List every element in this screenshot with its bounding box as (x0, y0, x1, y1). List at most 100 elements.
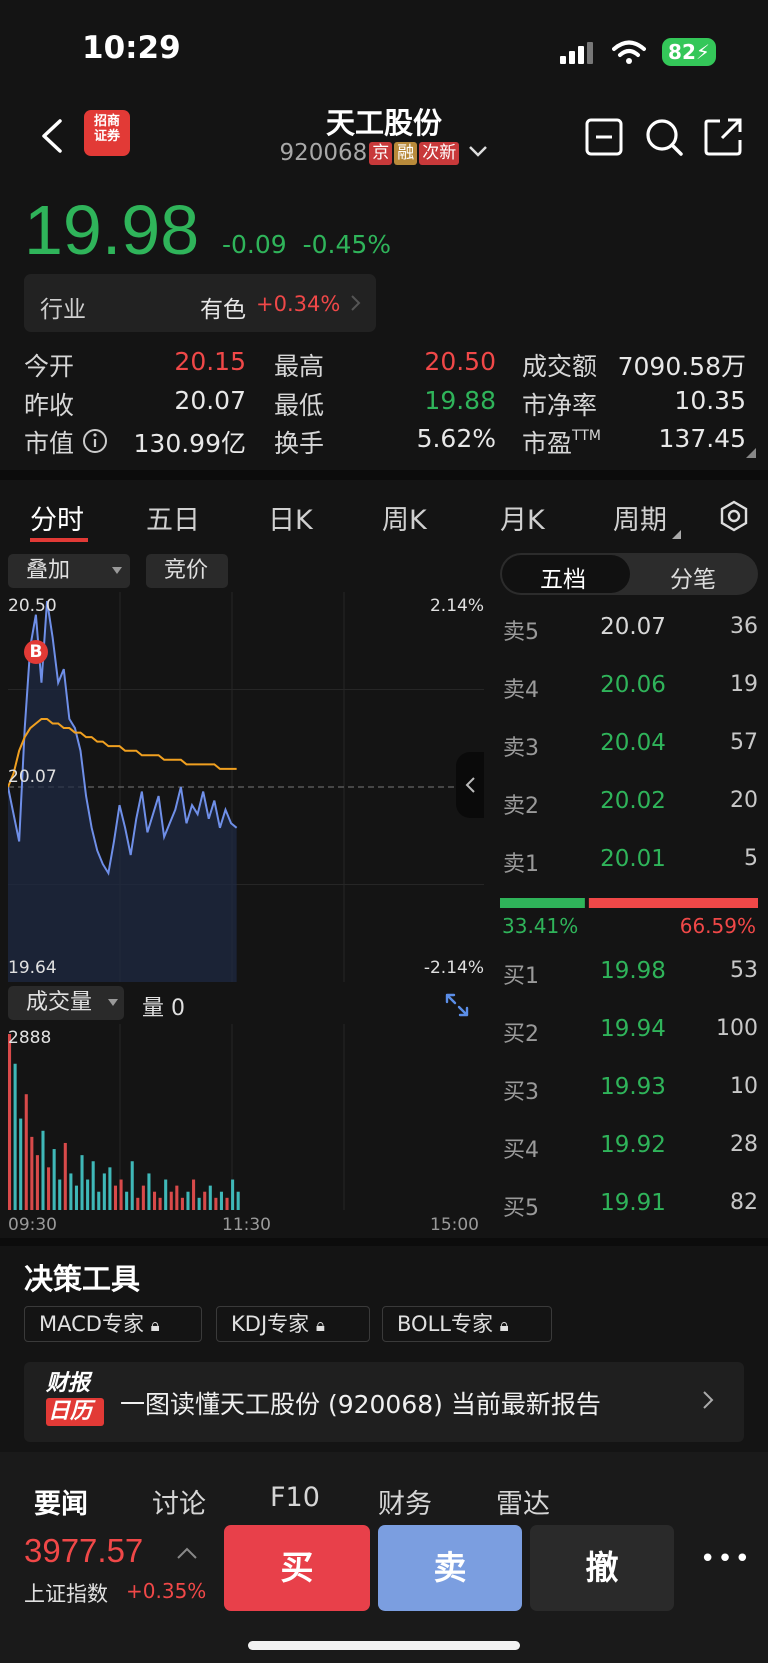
y-label-top: 20.50 (8, 596, 57, 616)
settings-icon[interactable] (718, 500, 750, 532)
ask-price-3[interactable]: 20.04 (578, 730, 688, 756)
x-label-open: 09:30 (8, 1215, 57, 1235)
bid-price-1[interactable]: 19.98 (578, 958, 688, 984)
tab-news[interactable]: 要闻 (34, 1482, 88, 1521)
macd-tool-button[interactable]: MACD专家 🔒︎ (24, 1306, 202, 1342)
ask-price-4[interactable]: 20.06 (578, 672, 688, 698)
sell-ratio-fill (588, 898, 758, 908)
volume-bar (80, 1155, 84, 1210)
minimize-icon[interactable] (585, 118, 623, 156)
x-label-noon: 11:30 (222, 1215, 271, 1235)
open-value: 20.15 (174, 347, 246, 376)
expand-icon[interactable] (444, 992, 470, 1018)
sell-ratio: 66.59% (679, 914, 756, 938)
volume-bar (41, 1130, 45, 1210)
buy-marker[interactable]: B (24, 640, 48, 664)
pb-value: 10.35 (674, 386, 746, 415)
low-label: 最低 (274, 391, 325, 420)
volume-bar (169, 1191, 173, 1210)
industry-label: 行业 (40, 297, 86, 323)
volume-bar (8, 1034, 12, 1210)
y-label-bottom: 19.64 (8, 958, 57, 978)
tab-five-day[interactable]: 五日 (146, 498, 200, 537)
volume-chart[interactable] (8, 1024, 484, 1210)
tab-finance[interactable]: 财务 (378, 1482, 432, 1521)
tab-five-levels[interactable]: 五档 (540, 560, 586, 594)
home-indicator[interactable] (248, 1641, 520, 1650)
chevron-right-icon (351, 295, 361, 311)
high-label: 最高 (274, 352, 325, 381)
bid-label-1: 买1 (503, 964, 539, 989)
boll-tool-button[interactable]: BOLL专家 🔒︎ (382, 1306, 552, 1342)
tab-monthly-k[interactable]: 月K (500, 498, 545, 537)
volume-value: 量 0 (142, 996, 185, 1021)
tag-jing: 京 (369, 142, 393, 165)
tab-radar[interactable]: 雷达 (496, 1482, 550, 1521)
tab-daily-k[interactable]: 日K (268, 498, 313, 537)
bid-volume-2: 100 (716, 1016, 758, 1041)
status-time: 10:29 (82, 30, 181, 66)
ask-price-2[interactable]: 20.02 (578, 788, 688, 814)
volume-bar (63, 1142, 67, 1210)
bid-price-3[interactable]: 19.93 (578, 1074, 688, 1100)
volume-bar (13, 1063, 17, 1210)
tab-discussion[interactable]: 讨论 (152, 1482, 206, 1521)
volume-bar (158, 1197, 162, 1210)
bid-price-2[interactable]: 19.94 (578, 1016, 688, 1042)
lock-icon: 🔒︎ (499, 1316, 509, 1336)
volume-bar (180, 1197, 184, 1210)
ask-label-1: 卖1 (503, 852, 539, 877)
index-pct: +0.35% (126, 1579, 207, 1603)
share-icon[interactable] (704, 118, 742, 156)
tab-f10[interactable]: F10 (270, 1482, 320, 1513)
section-divider (0, 470, 768, 480)
amount-value: 7090.58万 (617, 352, 746, 381)
volume-bar (225, 1197, 229, 1210)
volume-bar (119, 1179, 123, 1210)
kdj-tool-button[interactable]: KDJ专家 🔒︎ (216, 1306, 370, 1342)
volume-bar (125, 1191, 129, 1210)
bid-volume-5: 82 (730, 1190, 758, 1215)
volume-bar (214, 1197, 218, 1210)
index-name: 上证指数 (24, 1582, 108, 1606)
volume-dropdown[interactable]: 成交量 (8, 986, 124, 1020)
low-value: 19.88 (424, 386, 496, 415)
cancel-order-button[interactable]: 撤 (530, 1525, 674, 1611)
auction-button[interactable]: 竞价 (146, 554, 228, 588)
wifi-icon (612, 40, 646, 64)
corner-triangle-icon (746, 448, 756, 458)
index-value[interactable]: 3977.57 (24, 1532, 143, 1570)
current-price: 19.98 (24, 191, 200, 269)
chevron-up-icon[interactable] (176, 1546, 198, 1560)
volume-bar (52, 1149, 56, 1210)
search-icon[interactable] (644, 117, 684, 157)
tab-tick-detail[interactable]: 分笔 (670, 560, 716, 594)
volume-bar (102, 1173, 106, 1210)
volume-bar (175, 1185, 179, 1210)
ask-price-5[interactable]: 20.07 (578, 614, 688, 640)
buy-button[interactable]: 买 (224, 1525, 370, 1611)
volume-bar (236, 1191, 240, 1210)
turnover-label: 换手 (274, 429, 325, 458)
info-icon[interactable] (82, 428, 108, 454)
more-icon[interactable]: ••• (700, 1544, 752, 1574)
sell-button[interactable]: 卖 (378, 1525, 522, 1611)
tab-intraday[interactable]: 分时 (30, 498, 84, 537)
stock-code: 920068 (279, 140, 368, 166)
industry-pct: +0.34% (256, 292, 341, 316)
ask-price-1[interactable]: 20.01 (578, 846, 688, 872)
volume-bar (231, 1179, 235, 1210)
volume-bar (97, 1191, 101, 1210)
tab-weekly-k[interactable]: 周K (382, 498, 427, 537)
volume-bar (69, 1173, 73, 1210)
volume-bar (30, 1136, 34, 1210)
bid-price-4[interactable]: 19.92 (578, 1132, 688, 1158)
bid-label-5: 买5 (503, 1196, 539, 1221)
prev-close-value: 20.07 (174, 386, 246, 415)
intraday-price-chart[interactable] (8, 592, 484, 982)
volume-bar (58, 1179, 62, 1210)
tab-period[interactable]: 周期 (613, 498, 667, 537)
tag-new: 次新 (419, 142, 460, 165)
bid-price-5[interactable]: 19.91 (578, 1190, 688, 1216)
pe-label: 市盈TTM (522, 428, 601, 458)
